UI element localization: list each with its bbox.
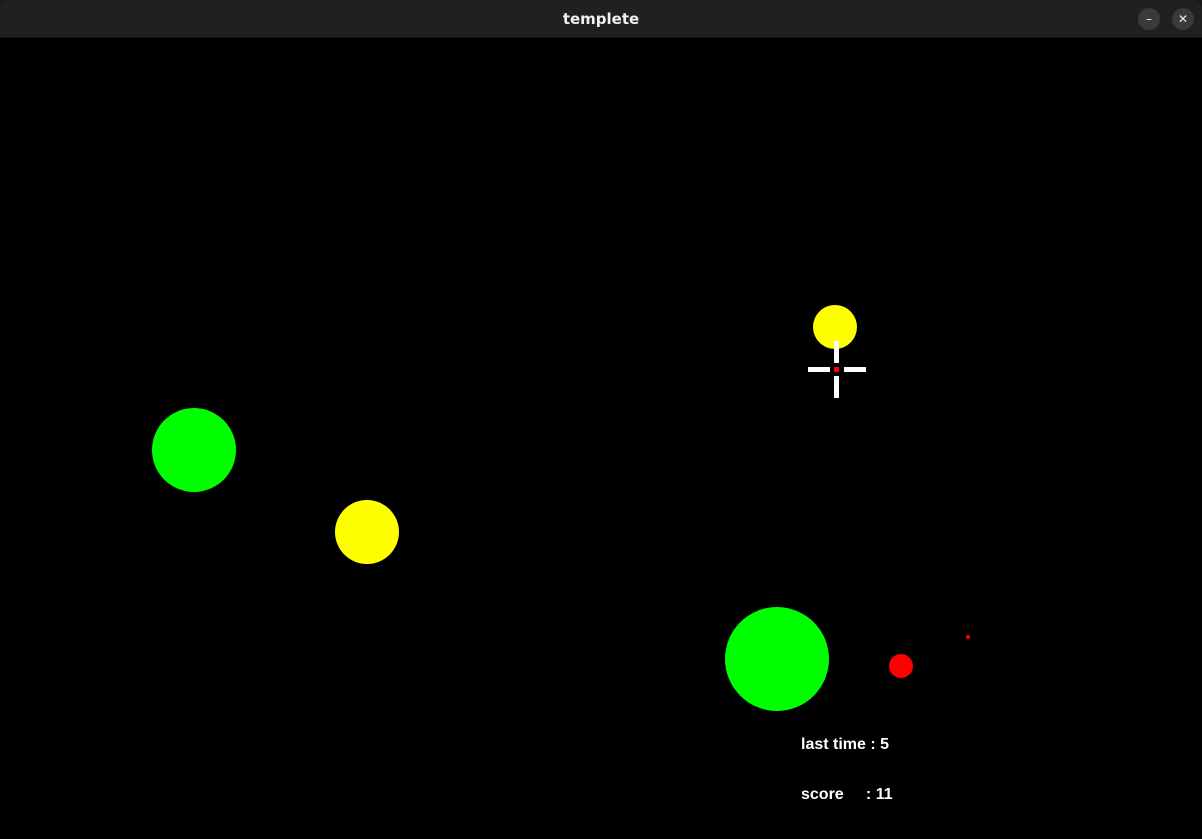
score-label: score bbox=[801, 786, 844, 803]
close-icon: ✕ bbox=[1177, 12, 1189, 26]
time-readout: last time : 5 bbox=[801, 736, 889, 754]
crosshair bbox=[808, 341, 866, 398]
title-bar[interactable]: templete – ✕ bbox=[0, 0, 1202, 38]
crosshair-bottom bbox=[834, 376, 839, 398]
green-target-bottom[interactable] bbox=[725, 607, 829, 711]
minimize-icon: – bbox=[1146, 12, 1152, 26]
crosshair-center bbox=[834, 367, 839, 372]
score-readout: score : 11 bbox=[801, 786, 893, 804]
crosshair-top bbox=[834, 341, 839, 363]
yellow-target[interactable] bbox=[335, 500, 399, 564]
time-value: 5 bbox=[880, 736, 890, 753]
game-window: templete – ✕ last time : 5 score: 11 bbox=[0, 0, 1202, 839]
score-value: 11 bbox=[875, 786, 893, 803]
crosshair-left bbox=[808, 367, 830, 372]
close-button[interactable]: ✕ bbox=[1172, 8, 1194, 30]
red-target-tiny[interactable] bbox=[966, 635, 970, 639]
game-canvas[interactable]: last time : 5 score : 11 bbox=[0, 38, 1202, 839]
green-target-large[interactable] bbox=[152, 408, 236, 492]
score-separator: : bbox=[843, 786, 876, 803]
minimize-button[interactable]: – bbox=[1138, 8, 1160, 30]
crosshair-right bbox=[844, 367, 866, 372]
time-separator: : bbox=[865, 736, 881, 753]
red-target[interactable] bbox=[889, 654, 913, 678]
time-label: last time bbox=[801, 736, 866, 753]
game-scene[interactable] bbox=[0, 38, 1202, 839]
window-title: templete bbox=[562, 10, 640, 28]
